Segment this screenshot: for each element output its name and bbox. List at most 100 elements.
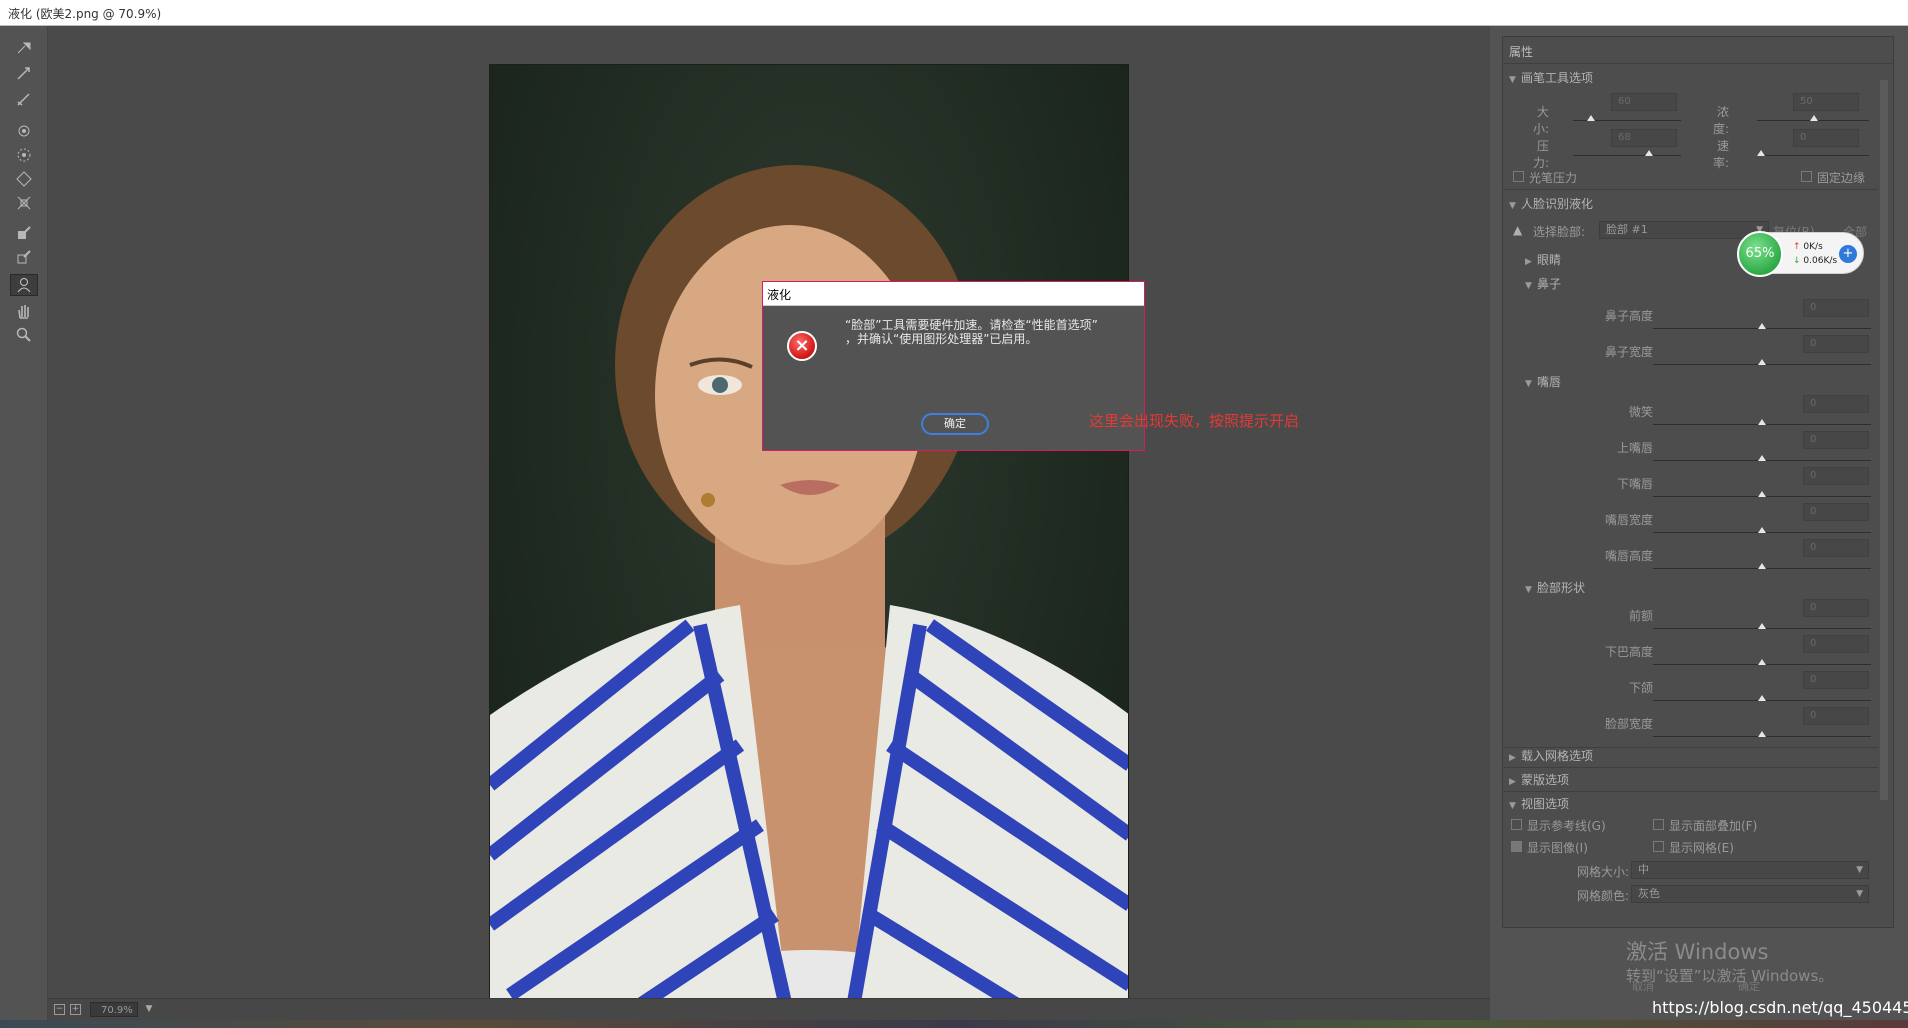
mouth-width-input[interactable]: 0 [1803,503,1869,521]
smile-label: 微笑 [1628,405,1653,419]
error-icon: × [787,331,817,361]
section-load-mesh[interactable]: ▶ 载入网格选项 [1509,747,1593,764]
section-face-aware[interactable]: ▼ 人脸识别液化 [1509,195,1593,212]
chevron-down-icon[interactable]: ▼ [142,1002,156,1017]
chevron-down-icon: ▼ [1856,865,1863,875]
smile-slider[interactable] [1758,419,1766,425]
forehead-label: 前额 [1628,609,1653,623]
nose-width-label: 鼻子宽度 [1604,345,1653,359]
nose-height-input[interactable]: 0 [1803,299,1869,317]
face-width-slider[interactable] [1758,731,1766,737]
portrait-photo[interactable] [489,64,1129,1024]
chin-height-input[interactable]: 0 [1803,635,1869,653]
lower-lip-input[interactable]: 0 [1803,467,1869,485]
lower-lip-slider[interactable] [1758,491,1766,497]
collapse-triangle-icon: ▼ [1525,379,1532,389]
plus-icon[interactable]: + [1839,245,1857,263]
show-mesh-checkbox[interactable] [1653,841,1664,852]
upload-speed: ↑ 0K/s [1793,242,1823,252]
chevron-down-icon: ▼ [1856,889,1863,899]
forehead-input[interactable]: 0 [1803,599,1869,617]
activation-watermark-text: 转到“设置”以激活 Windows。 [1626,967,1834,985]
bloat-tool-icon[interactable] [10,168,38,190]
window-title: 液化 (欧美2.png @ 70.9%) [8,7,162,21]
density-input[interactable]: 50 [1793,93,1859,111]
show-image-checkbox[interactable] [1511,841,1522,852]
mouth-height-slider[interactable] [1758,563,1766,569]
dialog-ok-button[interactable]: 确定 [921,413,989,435]
section-mouth[interactable]: ▼ 嘴唇 [1525,373,1561,390]
push-left-tool-icon[interactable] [10,192,38,214]
nose-height-slider[interactable] [1758,323,1766,329]
hand-tool-icon[interactable] [10,300,38,322]
show-guides-label: 显示参考线(G) [1527,819,1606,833]
lower-lip-label: 下嘴唇 [1616,477,1653,491]
section-eyes[interactable]: ▶ 眼睛 [1525,251,1561,268]
stylus-pressure-checkbox[interactable] [1513,171,1524,182]
upper-lip-slider[interactable] [1758,455,1766,461]
size-slider[interactable] [1587,115,1595,121]
section-nose[interactable]: ▼ 鼻子 [1525,275,1561,292]
face-tool-icon[interactable] [10,274,38,296]
twirl-tool-icon[interactable] [10,120,38,142]
zoom-out-button[interactable]: − [54,1004,65,1015]
smooth-tool-icon[interactable] [10,88,38,110]
forehead-slider[interactable] [1758,623,1766,629]
jaw-label: 下颌 [1628,681,1653,695]
density-slider[interactable] [1810,115,1818,121]
annotation-text: 这里会出现失败，按照提示开启 [1089,412,1300,430]
mouth-height-input[interactable]: 0 [1803,539,1869,557]
dialog-message-line1: “脸部”工具需要硬件加速。请检查“性能首选项” [845,318,1098,332]
pin-edges-checkbox[interactable] [1801,171,1812,182]
panel-scrollbar[interactable] [1878,66,1890,926]
canvas-area[interactable] [48,26,1490,1024]
section-view-options[interactable]: ▼ 视图选项 [1509,795,1569,812]
show-face-overlay-checkbox[interactable] [1653,819,1664,830]
size-input[interactable]: 60 [1611,93,1677,111]
download-speed: ↓ 0.06K/s [1793,256,1838,266]
window-titlebar: 液化 (欧美2.png @ 70.9%) [0,0,1908,26]
panel-title: 属性 [1509,45,1534,59]
mouth-width-slider[interactable] [1758,527,1766,533]
network-speed-widget[interactable]: 65% ↑ 0K/s ↓ 0.06K/s + [1737,231,1864,277]
select-face-label: 选择脸部: [1533,225,1586,239]
size-label: 大小: [1532,105,1549,136]
scrollbar-thumb[interactable] [1880,80,1888,800]
chin-height-slider[interactable] [1758,659,1766,665]
section-mask-options[interactable]: ▶ 蒙版选项 [1509,771,1569,788]
forward-warp-tool-icon[interactable] [10,36,38,58]
pucker-tool-icon[interactable] [10,144,38,166]
speed-percent: 65% [1737,231,1783,277]
warning-icon: ▲ [1513,223,1523,237]
mesh-color-select[interactable]: 灰色 ▼ [1631,885,1869,903]
show-face-overlay-label: 显示面部叠加(F) [1669,819,1758,833]
mesh-size-select[interactable]: 中 ▼ [1631,861,1869,879]
rate-slider[interactable] [1757,150,1765,156]
jaw-input[interactable]: 0 [1803,671,1869,689]
thaw-mask-tool-icon[interactable] [10,246,38,268]
smile-input[interactable]: 0 [1803,395,1869,413]
nose-width-input[interactable]: 0 [1803,335,1869,353]
freeze-mask-tool-icon[interactable] [10,222,38,244]
pressure-input[interactable]: 68 [1611,129,1677,147]
rate-input[interactable]: 0 [1793,129,1859,147]
status-bar: − + 70.9% ▼ [48,998,1490,1020]
mesh-color-label: 网格颜色: [1576,889,1629,903]
zoom-level-field[interactable]: 70.9% [90,1002,138,1017]
jaw-slider[interactable] [1758,695,1766,701]
upper-lip-input[interactable]: 0 [1803,431,1869,449]
nose-width-slider[interactable] [1758,359,1766,365]
rate-label: 速率: [1712,139,1729,170]
zoom-tool-icon[interactable] [10,324,38,346]
face-width-input[interactable]: 0 [1803,707,1869,725]
zoom-in-button[interactable]: + [70,1004,81,1015]
show-guides-checkbox[interactable] [1511,819,1522,830]
pressure-slider[interactable] [1645,150,1653,156]
nose-height-label: 鼻子高度 [1604,309,1653,323]
error-dialog: 液化 × “脸部”工具需要硬件加速。请检查“性能首选项” ，并确认“使用图形处理… [762,281,1145,451]
collapse-triangle-icon: ▼ [1525,281,1532,291]
reconstruct-tool-icon[interactable] [10,62,38,84]
section-face-shape[interactable]: ▼ 脸部形状 [1525,579,1585,596]
dialog-message: “脸部”工具需要硬件加速。请检查“性能首选项” ，并确认“使用图形处理器”已启用… [845,318,1135,346]
section-brush-options[interactable]: ▼ 画笔工具选项 [1509,69,1593,86]
